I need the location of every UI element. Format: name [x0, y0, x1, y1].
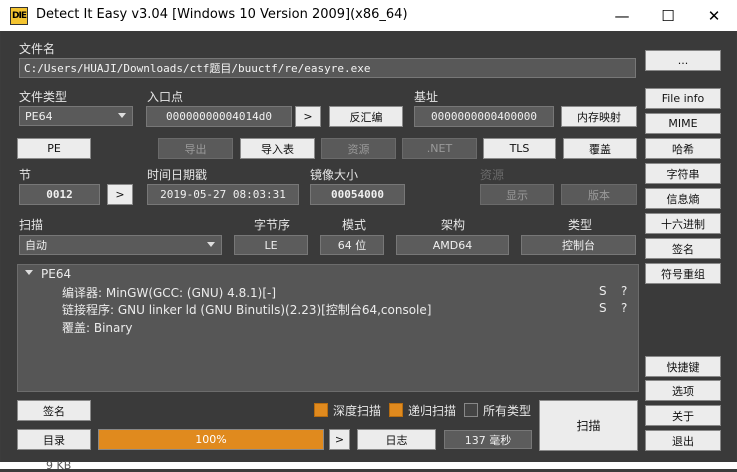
timestamp-field[interactable]: 2019-05-27 08:03:31 [147, 184, 299, 205]
result-root[interactable]: PE64 [41, 267, 71, 281]
base-label: 基址 [414, 90, 439, 104]
filename-label: 文件名 [19, 42, 56, 56]
file-info-button[interactable]: File info [645, 88, 721, 109]
endian-field: LE [234, 235, 308, 255]
pe-button[interactable]: PE [17, 138, 91, 159]
window-title: Detect It Easy v3.04 [Windows 10 Version… [36, 7, 408, 22]
tls-button[interactable]: TLS [483, 138, 556, 159]
timestamp-label: 时间日期戳 [147, 168, 208, 182]
browse-button[interactable]: ... [645, 50, 721, 71]
strings-button[interactable]: 字符串 [645, 163, 721, 184]
disassemble-button[interactable]: 反汇编 [329, 106, 403, 127]
result-compiler-s[interactable]: S [599, 284, 607, 298]
arch-field: AMD64 [396, 235, 509, 255]
hex-button[interactable]: 十六进制 [645, 213, 721, 234]
close-button[interactable]: ✕ [691, 0, 737, 31]
filename-field[interactable]: C:/Users/HUAJI/Downloads/ctf题目/buuctf/re… [19, 58, 636, 78]
scan-mode-combo[interactable]: 自动 [19, 235, 222, 255]
result-compiler-q[interactable]: ? [621, 284, 627, 298]
title-bar: DIE Detect It Easy v3.04 [Windows 10 Ver… [0, 0, 737, 31]
version-button[interactable]: 版本 [561, 184, 637, 205]
entrypoint-field[interactable]: 00000000004014d0 [146, 106, 292, 127]
mime-button[interactable]: MIME [645, 113, 721, 134]
arch-label: 架构 [441, 218, 466, 232]
section-label: 节 [19, 168, 32, 182]
mode-label: 模式 [342, 218, 367, 232]
scan-progress-bar: 100% [98, 429, 324, 450]
all-types-checkbox[interactable] [464, 403, 478, 417]
chevron-down-icon [207, 242, 215, 247]
background-size-text: 9 KB [46, 459, 72, 472]
result-compiler[interactable]: 编译器: MinGW(GCC: (GNU) 4.8.1)[-] [62, 284, 276, 301]
imagesize-field[interactable]: 00054000 [310, 184, 405, 205]
all-types-label: 所有类型 [483, 404, 532, 418]
chevron-down-icon [118, 113, 126, 118]
endian-label: 字节序 [254, 218, 291, 232]
resources-label: 资源 [480, 168, 505, 182]
entrypoint-go-button[interactable]: > [295, 106, 321, 127]
deep-scan-label: 深度扫描 [333, 404, 382, 418]
scan-button[interactable]: 扫描 [539, 400, 638, 451]
minimize-button[interactable]: — [599, 0, 645, 31]
import-table-button[interactable]: 导入表 [240, 138, 315, 159]
net-button[interactable]: .NET [402, 138, 477, 159]
maximize-icon: ☐ [661, 6, 675, 25]
expand-arrow-icon[interactable] [25, 270, 33, 275]
shortcuts-button[interactable]: 快捷键 [645, 356, 721, 377]
imagesize-label: 镜像大小 [310, 168, 359, 182]
result-linker-q[interactable]: ? [621, 301, 627, 315]
close-icon: ✕ [707, 6, 721, 25]
background-window-strip [0, 462, 737, 469]
scan-label: 扫描 [19, 218, 44, 232]
exit-button[interactable]: 退出 [645, 430, 721, 451]
signature-button[interactable]: 签名 [17, 400, 91, 421]
log-button[interactable]: 日志 [357, 429, 436, 450]
filetype-value: PE64 [25, 109, 53, 123]
app-icon: DIE [10, 7, 28, 25]
scan-results-tree[interactable]: PE64 编译器: MinGW(GCC: (GNU) 4.8.1)[-] S ?… [17, 264, 639, 392]
scan-mode-value: 自动 [25, 239, 47, 252]
export-button[interactable]: 导出 [158, 138, 233, 159]
result-linker[interactable]: 链接程序: GNU linker ld (GNU Binutils)(2.23)… [62, 301, 431, 318]
memory-map-button[interactable]: 内存映射 [561, 106, 637, 127]
show-resources-button[interactable]: 显示 [480, 184, 554, 205]
options-button[interactable]: 选项 [645, 380, 721, 401]
section-count-field[interactable]: 0012 [19, 184, 100, 205]
overlay-button[interactable]: 覆盖 [563, 138, 637, 159]
more-button[interactable]: > [329, 429, 350, 450]
maximize-button[interactable]: ☐ [645, 0, 691, 31]
hash-button[interactable]: 哈希 [645, 138, 721, 159]
result-overlay[interactable]: 覆盖: Binary [62, 319, 132, 336]
filetype-label: 文件类型 [19, 90, 68, 104]
entrypoint-label: 入口点 [147, 90, 184, 104]
result-linker-s[interactable]: S [599, 301, 607, 315]
entropy-button[interactable]: 信息熵 [645, 188, 721, 209]
filetype-combo[interactable]: PE64 [19, 106, 133, 126]
signature-right-button[interactable]: 签名 [645, 238, 721, 259]
directory-button[interactable]: 目录 [17, 429, 91, 450]
type-label: 类型 [568, 218, 593, 232]
mode-field: 64 位 [320, 235, 384, 255]
scan-time-field: 137 毫秒 [444, 430, 532, 449]
resources-button[interactable]: 资源 [321, 138, 396, 159]
about-button[interactable]: 关于 [645, 405, 721, 426]
type-field: 控制台 [521, 235, 636, 255]
symbols-button[interactable]: 符号重组 [645, 263, 721, 284]
recursive-scan-label: 递归扫描 [408, 404, 457, 418]
recursive-scan-checkbox[interactable] [389, 403, 403, 417]
base-address-field[interactable]: 0000000000400000 [414, 106, 554, 127]
minimize-icon: — [614, 6, 630, 25]
sections-go-button[interactable]: > [107, 184, 133, 205]
progress-text: 100% [195, 433, 227, 446]
deep-scan-checkbox[interactable] [314, 403, 328, 417]
